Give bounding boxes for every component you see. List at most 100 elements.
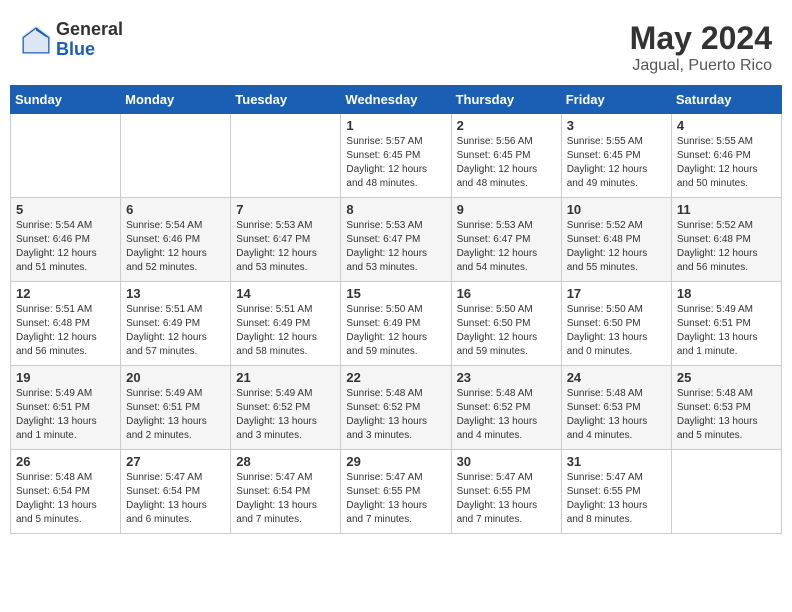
calendar-cell: 16 Sunrise: 5:50 AMSunset: 6:50 PMDayligh… — [451, 282, 561, 366]
day-info: Sunrise: 5:47 AMSunset: 6:54 PMDaylight:… — [126, 471, 225, 527]
day-info: Sunrise: 5:54 AMSunset: 6:46 PMDaylight:… — [126, 219, 225, 275]
day-info: Sunrise: 5:48 AMSunset: 6:52 PMDaylight:… — [457, 387, 556, 443]
logo-text: General Blue — [56, 20, 123, 60]
calendar-week-5: 26Sunrise: 5:48 AMSunset: 6:54 PMDayligh… — [11, 450, 782, 534]
title-block: May 2024 Jagual, Puerto Rico — [630, 20, 772, 75]
calendar-cell: 2 Sunrise: 5:56 AMSunset: 6:45 PMDaylight… — [451, 114, 561, 198]
day-number: 24 — [567, 370, 666, 385]
calendar-cell: 23 Sunrise: 5:48 AMSunset: 6:52 PMDayligh… — [451, 366, 561, 450]
day-info: Sunrise: 5:53 AMSunset: 6:47 PMDaylight:… — [457, 219, 556, 275]
calendar-cell — [671, 450, 781, 534]
day-number: 25 — [677, 370, 776, 385]
day-number: 12 — [16, 286, 115, 301]
day-info: Sunrise: 5:52 AMSunset: 6:48 PMDaylight:… — [567, 219, 666, 275]
day-number: 3 — [567, 118, 666, 133]
header-wednesday: Wednesday — [341, 86, 451, 114]
day-info: Sunrise: 5:52 AMSunset: 6:48 PMDaylight:… — [677, 219, 776, 275]
day-number: 7 — [236, 202, 335, 217]
header-tuesday: Tuesday — [231, 86, 341, 114]
calendar-cell — [231, 114, 341, 198]
day-info: Sunrise: 5:49 AMSunset: 6:51 PMDaylight:… — [16, 387, 115, 443]
calendar-cell: 31 Sunrise: 5:47 AMSunset: 6:55 PMDayligh… — [561, 450, 671, 534]
header-monday: Monday — [121, 86, 231, 114]
calendar-cell: 20 Sunrise: 5:49 AMSunset: 6:51 PMDayligh… — [121, 366, 231, 450]
calendar-cell: 19 Sunrise: 5:49 AMSunset: 6:51 PMDayligh… — [11, 366, 121, 450]
day-number: 22 — [346, 370, 445, 385]
day-info: Sunrise: 5:47 AMSunset: 6:54 PMDaylight:… — [236, 471, 335, 527]
calendar-cell: 21 Sunrise: 5:49 AMSunset: 6:52 PMDayligh… — [231, 366, 341, 450]
day-info: Sunrise: 5:50 AMSunset: 6:49 PMDaylight:… — [346, 303, 445, 359]
day-number: 27 — [126, 454, 225, 469]
calendar-cell: 4Sunrise: 5:55 AMSunset: 6:46 PMDaylight… — [671, 114, 781, 198]
day-info: Sunrise: 5:48 AMSunset: 6:52 PMDaylight:… — [346, 387, 445, 443]
day-info: Sunrise: 5:51 AMSunset: 6:49 PMDaylight:… — [126, 303, 225, 359]
calendar-cell: 10 Sunrise: 5:52 AMSunset: 6:48 PMDayligh… — [561, 198, 671, 282]
day-number: 30 — [457, 454, 556, 469]
day-info: Sunrise: 5:55 AMSunset: 6:45 PMDaylight:… — [567, 135, 666, 191]
calendar-week-3: 12Sunrise: 5:51 AMSunset: 6:48 PMDayligh… — [11, 282, 782, 366]
day-number: 14 — [236, 286, 335, 301]
day-number: 26 — [16, 454, 115, 469]
day-info: Sunrise: 5:54 AMSunset: 6:46 PMDaylight:… — [16, 219, 115, 275]
day-number: 18 — [677, 286, 776, 301]
day-info: Sunrise: 5:50 AMSunset: 6:50 PMDaylight:… — [457, 303, 556, 359]
day-info: Sunrise: 5:53 AMSunset: 6:47 PMDaylight:… — [236, 219, 335, 275]
page-header: General Blue May 2024 Jagual, Puerto Ric… — [10, 10, 782, 80]
header-saturday: Saturday — [671, 86, 781, 114]
calendar-cell: 8Sunrise: 5:53 AMSunset: 6:47 PMDaylight… — [341, 198, 451, 282]
calendar-cell: 9 Sunrise: 5:53 AMSunset: 6:47 PMDaylight… — [451, 198, 561, 282]
logo: General Blue — [20, 20, 123, 60]
day-number: 19 — [16, 370, 115, 385]
day-number: 6 — [126, 202, 225, 217]
day-info: Sunrise: 5:47 AMSunset: 6:55 PMDaylight:… — [567, 471, 666, 527]
day-number: 17 — [567, 286, 666, 301]
calendar-cell: 24 Sunrise: 5:48 AMSunset: 6:53 PMDayligh… — [561, 366, 671, 450]
day-info: Sunrise: 5:49 AMSunset: 6:51 PMDaylight:… — [126, 387, 225, 443]
day-number: 16 — [457, 286, 556, 301]
header-thursday: Thursday — [451, 86, 561, 114]
day-number: 4 — [677, 118, 776, 133]
calendar-cell: 12Sunrise: 5:51 AMSunset: 6:48 PMDayligh… — [11, 282, 121, 366]
calendar-week-1: 1Sunrise: 5:57 AMSunset: 6:45 PMDaylight… — [11, 114, 782, 198]
calendar-cell: 17 Sunrise: 5:50 AMSunset: 6:50 PMDayligh… — [561, 282, 671, 366]
header-friday: Friday — [561, 86, 671, 114]
day-info: Sunrise: 5:48 AMSunset: 6:53 PMDaylight:… — [677, 387, 776, 443]
calendar-cell: 14Sunrise: 5:51 AMSunset: 6:49 PMDayligh… — [231, 282, 341, 366]
calendar-cell: 11 Sunrise: 5:52 AMSunset: 6:48 PMDayligh… — [671, 198, 781, 282]
calendar-cell: 28 Sunrise: 5:47 AMSunset: 6:54 PMDayligh… — [231, 450, 341, 534]
day-info: Sunrise: 5:47 AMSunset: 6:55 PMDaylight:… — [346, 471, 445, 527]
header-sunday: Sunday — [11, 86, 121, 114]
logo-general-text: General — [56, 20, 123, 40]
calendar-cell: 29 Sunrise: 5:47 AMSunset: 6:55 PMDayligh… — [341, 450, 451, 534]
calendar-cell: 26Sunrise: 5:48 AMSunset: 6:54 PMDayligh… — [11, 450, 121, 534]
day-number: 10 — [567, 202, 666, 217]
day-number: 9 — [457, 202, 556, 217]
day-number: 31 — [567, 454, 666, 469]
day-number: 23 — [457, 370, 556, 385]
day-info: Sunrise: 5:49 AMSunset: 6:52 PMDaylight:… — [236, 387, 335, 443]
day-number: 15 — [346, 286, 445, 301]
day-info: Sunrise: 5:56 AMSunset: 6:45 PMDaylight:… — [457, 135, 556, 191]
calendar-header-row: Sunday Monday Tuesday Wednesday Thursday… — [11, 86, 782, 114]
calendar-cell: 3 Sunrise: 5:55 AMSunset: 6:45 PMDaylight… — [561, 114, 671, 198]
day-number: 21 — [236, 370, 335, 385]
day-number: 1 — [346, 118, 445, 133]
calendar-cell: 6 Sunrise: 5:54 AMSunset: 6:46 PMDaylight… — [121, 198, 231, 282]
calendar-cell: 7 Sunrise: 5:53 AMSunset: 6:47 PMDaylight… — [231, 198, 341, 282]
day-number: 20 — [126, 370, 225, 385]
calendar-cell: 5 Sunrise: 5:54 AMSunset: 6:46 PMDaylight… — [11, 198, 121, 282]
day-number: 29 — [346, 454, 445, 469]
day-number: 11 — [677, 202, 776, 217]
day-info: Sunrise: 5:49 AMSunset: 6:51 PMDaylight:… — [677, 303, 776, 359]
calendar-cell: 30Sunrise: 5:47 AMSunset: 6:55 PMDayligh… — [451, 450, 561, 534]
day-number: 5 — [16, 202, 115, 217]
month-year-title: May 2024 — [630, 20, 772, 57]
location-subtitle: Jagual, Puerto Rico — [630, 57, 772, 75]
day-number: 28 — [236, 454, 335, 469]
logo-blue-text: Blue — [56, 40, 123, 60]
day-info: Sunrise: 5:48 AMSunset: 6:53 PMDaylight:… — [567, 387, 666, 443]
day-number: 2 — [457, 118, 556, 133]
calendar-cell: 27 Sunrise: 5:47 AMSunset: 6:54 PMDayligh… — [121, 450, 231, 534]
day-info: Sunrise: 5:53 AMSunset: 6:47 PMDaylight:… — [346, 219, 445, 275]
day-info: Sunrise: 5:50 AMSunset: 6:50 PMDaylight:… — [567, 303, 666, 359]
